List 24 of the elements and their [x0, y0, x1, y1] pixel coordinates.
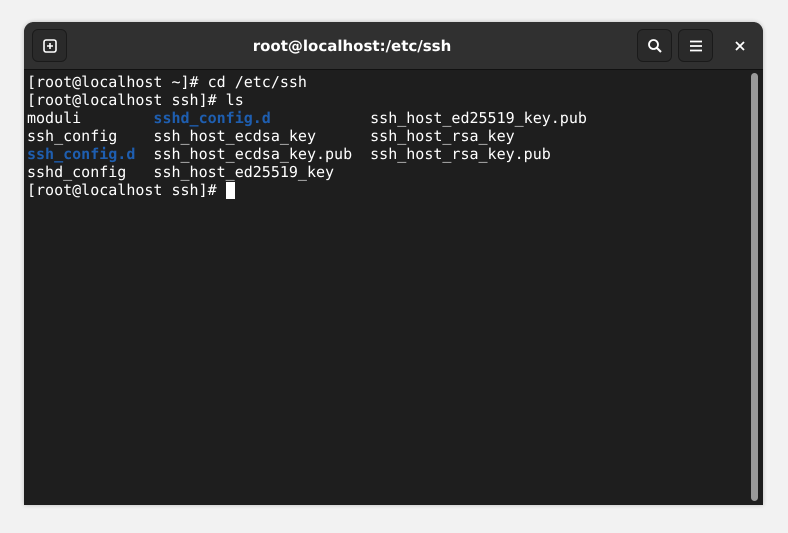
window-title: root@localhost:/etc/ssh: [252, 36, 452, 54]
text-cursor: [226, 182, 235, 198]
file-name: ssh_host_ecdsa_key.pub: [153, 145, 354, 163]
file-name: ssh_host_ecdsa_key: [153, 127, 317, 145]
search-button[interactable]: [637, 29, 672, 62]
file-name: ssh_host_rsa_key: [370, 127, 516, 145]
menu-button[interactable]: [678, 29, 713, 62]
directory-name: sshd_config.d: [153, 109, 272, 127]
terminal-prompt: [root@localhost ssh]#: [27, 181, 217, 199]
file-name: ssh_host_rsa_key.pub: [370, 145, 552, 163]
search-icon: [646, 38, 662, 54]
new-tab-icon: [42, 38, 58, 54]
menu-icon: [688, 40, 702, 52]
directory-name: ssh_config.d: [27, 145, 136, 163]
scrollbar[interactable]: [751, 73, 758, 501]
terminal-line: [root@localhost ~]# cd /etc/ssh: [27, 73, 307, 91]
file-name: ssh_host_ed25519_key: [153, 163, 336, 181]
file-name: sshd_config: [27, 163, 128, 181]
file-name: moduli: [27, 109, 82, 127]
file-name: ssh_config: [27, 127, 118, 145]
terminal-line: [root@localhost ssh]# ls: [27, 91, 244, 109]
close-icon: [735, 40, 745, 50]
file-name: ssh_host_ed25519_key.pub: [370, 109, 588, 127]
new-tab-button[interactable]: [32, 29, 67, 62]
